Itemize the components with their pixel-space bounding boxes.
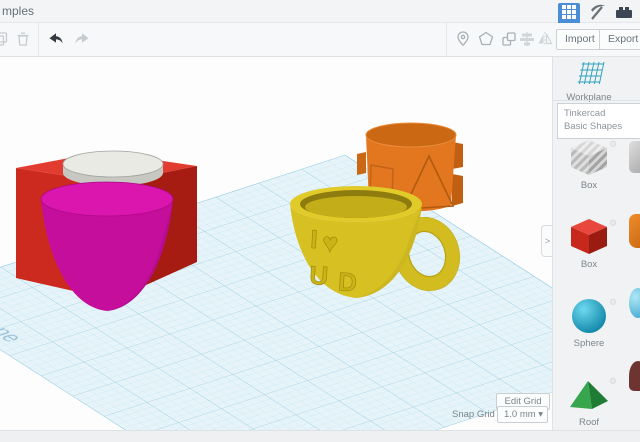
gear-icon: ⚙ xyxy=(609,218,617,229)
snap-grid-label: Snap Grid xyxy=(452,409,495,420)
3d-viewport-canvas[interactable]: Workplane xyxy=(0,57,552,430)
panel-collapse-handle[interactable]: > xyxy=(541,225,552,257)
bottom-strip xyxy=(0,430,640,442)
shape-tile-roof[interactable]: ⚙ Roof xyxy=(553,374,625,430)
snap-grid-dropdown[interactable]: 1.0 mm ▾ xyxy=(497,406,548,423)
align-icon xyxy=(518,35,536,52)
tinkercad-app: mples xyxy=(0,0,640,442)
shape-tile-box[interactable]: ⚙ Box xyxy=(553,216,625,289)
library-name-line1: Tinkercad xyxy=(564,108,640,121)
shape-generator-button[interactable] xyxy=(477,30,495,48)
snap-grid-value: 1.0 mm xyxy=(504,409,536,420)
svg-text:U: U xyxy=(309,260,329,291)
caret-down-icon: ▾ xyxy=(538,409,543,420)
export-button[interactable]: Export xyxy=(599,29,640,50)
brick-icon xyxy=(615,4,633,25)
design-view-button[interactable] xyxy=(558,3,580,25)
ruler-helper-button[interactable] xyxy=(454,30,472,48)
toolbar-separator xyxy=(446,23,447,56)
group-button[interactable] xyxy=(500,30,518,48)
redo-button[interactable] xyxy=(74,30,92,48)
svg-text:♥: ♥ xyxy=(321,228,339,259)
white-cylinder-object[interactable] xyxy=(63,151,163,186)
shape-tile-partial[interactable] xyxy=(629,361,640,391)
bricks-view-button[interactable] xyxy=(614,4,634,24)
panel-divider xyxy=(553,100,640,101)
copy-icon xyxy=(0,35,10,52)
workplane-tool[interactable]: Workplane xyxy=(553,61,625,103)
workplane-grid-icon xyxy=(572,72,606,89)
flip-button[interactable] xyxy=(536,30,554,48)
chevron-right-icon: > xyxy=(545,236,550,246)
shape-tile-label: Roof xyxy=(553,417,625,428)
mirror-icon xyxy=(536,35,554,52)
shape-tile-label: Sphere xyxy=(553,338,625,349)
copy-button[interactable] xyxy=(0,30,10,48)
shape-tile-box-hole[interactable]: ⚙ Box xyxy=(553,137,625,210)
shape-tile-partial[interactable] xyxy=(629,214,640,248)
tinker-tools-button[interactable] xyxy=(587,4,607,24)
svg-text:D: D xyxy=(337,266,357,297)
workplane-label: Workplane xyxy=(553,92,625,103)
align-button[interactable] xyxy=(518,30,536,48)
design-title: mples xyxy=(2,4,34,18)
shape-tile-sphere[interactable]: ⚙ Sphere xyxy=(553,295,625,368)
view-switcher xyxy=(558,3,634,25)
shape-tile-partial[interactable] xyxy=(629,141,640,173)
drop-pin-icon xyxy=(454,35,472,52)
undo-button[interactable] xyxy=(46,30,64,48)
toolbar: Import Export xyxy=(0,23,640,57)
gear-icon: ⚙ xyxy=(609,139,617,150)
3d-viewport[interactable]: Workplane xyxy=(0,57,552,430)
import-button[interactable]: Import xyxy=(556,29,604,50)
gear-icon: ⚙ xyxy=(609,376,617,387)
redo-icon xyxy=(74,35,92,52)
gear-icon: ⚙ xyxy=(609,297,617,308)
toolbar-separator xyxy=(38,23,39,56)
shape-tile-label: Box xyxy=(553,259,625,270)
delete-button[interactable] xyxy=(14,30,32,48)
grid-view-icon xyxy=(562,5,576,24)
polygon-icon xyxy=(477,35,495,52)
shape-tiles: ⚙ Box xyxy=(553,131,640,430)
group-icon xyxy=(500,35,518,52)
shape-tile-label: Box xyxy=(553,180,625,191)
shape-tile-partial[interactable] xyxy=(629,288,640,318)
shapes-panel: Workplane Tinkercad Basic Shapes ⚙ xyxy=(552,57,640,430)
trash-icon xyxy=(14,35,32,52)
undo-icon xyxy=(46,35,64,52)
header-bar: mples xyxy=(0,0,640,23)
